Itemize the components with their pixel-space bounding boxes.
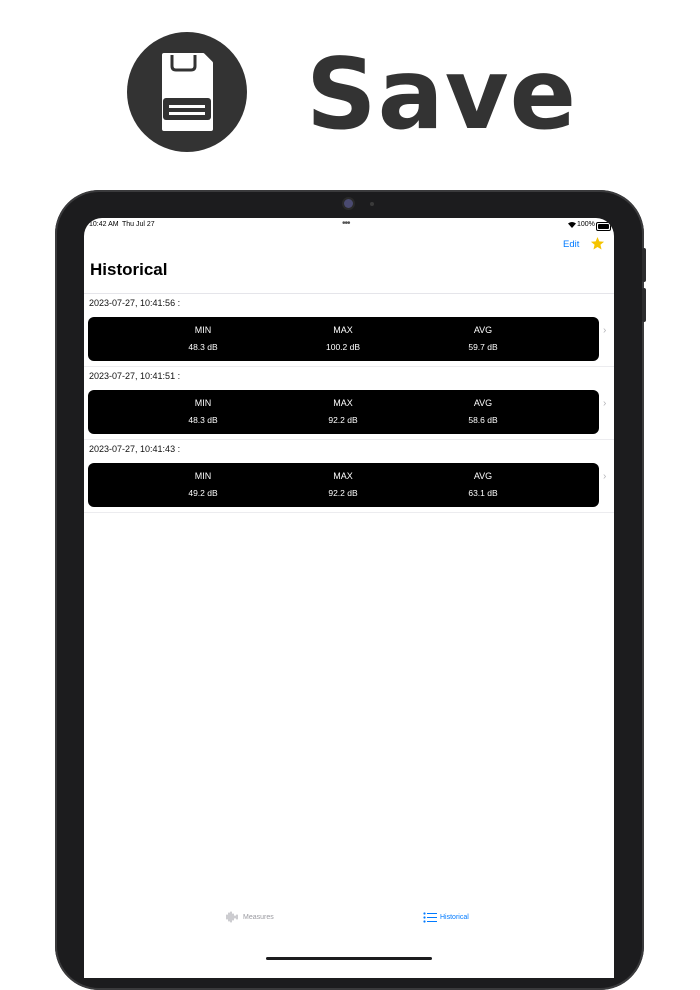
star-icon[interactable] (590, 236, 605, 251)
stat-label: MAX (333, 325, 353, 335)
status-time: 10:42 AM (89, 221, 119, 228)
max-stat: MAX 92.2 dB (283, 390, 403, 434)
record-timestamp: 2023-07-27, 10:41:43 : (89, 444, 181, 454)
chevron-right-icon: › (603, 471, 607, 482)
floppy-disk-icon (127, 32, 247, 152)
stats-card: MIN 49.2 dB MAX 92.2 dB AVG 63.1 dB (88, 463, 599, 507)
min-stat: MIN 49.2 dB (143, 463, 263, 507)
divider (84, 512, 614, 513)
stat-value: 100.2 dB (325, 342, 361, 352)
max-stat: MAX 100.2 dB (283, 317, 403, 361)
avg-stat: AVG 63.1 dB (423, 463, 543, 507)
front-camera (344, 199, 353, 208)
stat-label: MIN (194, 398, 212, 408)
stat-label: AVG (473, 398, 493, 408)
tablet-device-frame: 10:42 AM Thu Jul 27 ••• 100% Edit Histor… (55, 190, 646, 990)
status-date: Thu Jul 27 (122, 221, 155, 228)
volume-up-button (642, 248, 646, 282)
min-stat: MIN 48.3 dB (143, 317, 263, 361)
stat-value: 58.6 dB (468, 415, 498, 425)
home-indicator[interactable] (266, 957, 432, 960)
stat-label: AVG (473, 471, 493, 481)
app-screen: 10:42 AM Thu Jul 27 ••• 100% Edit Histor… (84, 218, 614, 978)
wifi-icon (568, 222, 576, 228)
stat-label: AVG (473, 325, 493, 335)
record-timestamp: 2023-07-27, 10:41:56 : (89, 298, 181, 308)
history-record[interactable]: 2023-07-27, 10:41:43 : MIN 49.2 dB MAX 9… (84, 440, 614, 513)
promo-title: Save (306, 38, 578, 152)
volume-down-button (642, 288, 646, 322)
chevron-right-icon: › (603, 398, 607, 409)
battery-percentage: 100% (577, 221, 595, 228)
max-stat: MAX 92.2 dB (283, 463, 403, 507)
page-title: Historical (90, 260, 168, 279)
record-timestamp: 2023-07-27, 10:41:51 : (89, 371, 181, 381)
stat-value: 48.3 dB (188, 415, 218, 425)
stats-card: MIN 48.3 dB MAX 100.2 dB AVG 59.7 dB (88, 317, 599, 361)
tab-label: Historical (440, 913, 469, 921)
tab-label: Measures (243, 913, 274, 921)
tab-historical[interactable]: Historical (423, 909, 469, 925)
battery-icon (596, 222, 611, 231)
stat-value: 92.2 dB (328, 488, 358, 498)
multitasking-dots-icon[interactable]: ••• (342, 218, 350, 229)
stat-label: MIN (194, 471, 212, 481)
avg-stat: AVG 59.7 dB (423, 317, 543, 361)
stat-value: 49.2 dB (188, 488, 218, 498)
waveform-icon (226, 911, 238, 923)
history-record[interactable]: 2023-07-27, 10:41:56 : MIN 48.3 dB MAX 1… (84, 294, 614, 367)
light-sensor (370, 202, 374, 206)
stat-value: 59.7 dB (468, 342, 498, 352)
history-record[interactable]: 2023-07-27, 10:41:51 : MIN 48.3 dB MAX 9… (84, 367, 614, 440)
list-icon (423, 911, 437, 923)
stat-label: MIN (194, 325, 212, 335)
stat-label: MAX (333, 398, 353, 408)
chevron-right-icon: › (603, 325, 607, 336)
tab-measures[interactable]: Measures (226, 909, 274, 925)
stats-card: MIN 48.3 dB MAX 92.2 dB AVG 58.6 dB (88, 390, 599, 434)
edit-button[interactable]: Edit (563, 239, 579, 250)
avg-stat: AVG 58.6 dB (423, 390, 543, 434)
stat-value: 92.2 dB (328, 415, 358, 425)
min-stat: MIN 48.3 dB (143, 390, 263, 434)
stat-value: 63.1 dB (468, 488, 498, 498)
stat-value: 48.3 dB (188, 342, 218, 352)
stat-label: MAX (333, 471, 353, 481)
